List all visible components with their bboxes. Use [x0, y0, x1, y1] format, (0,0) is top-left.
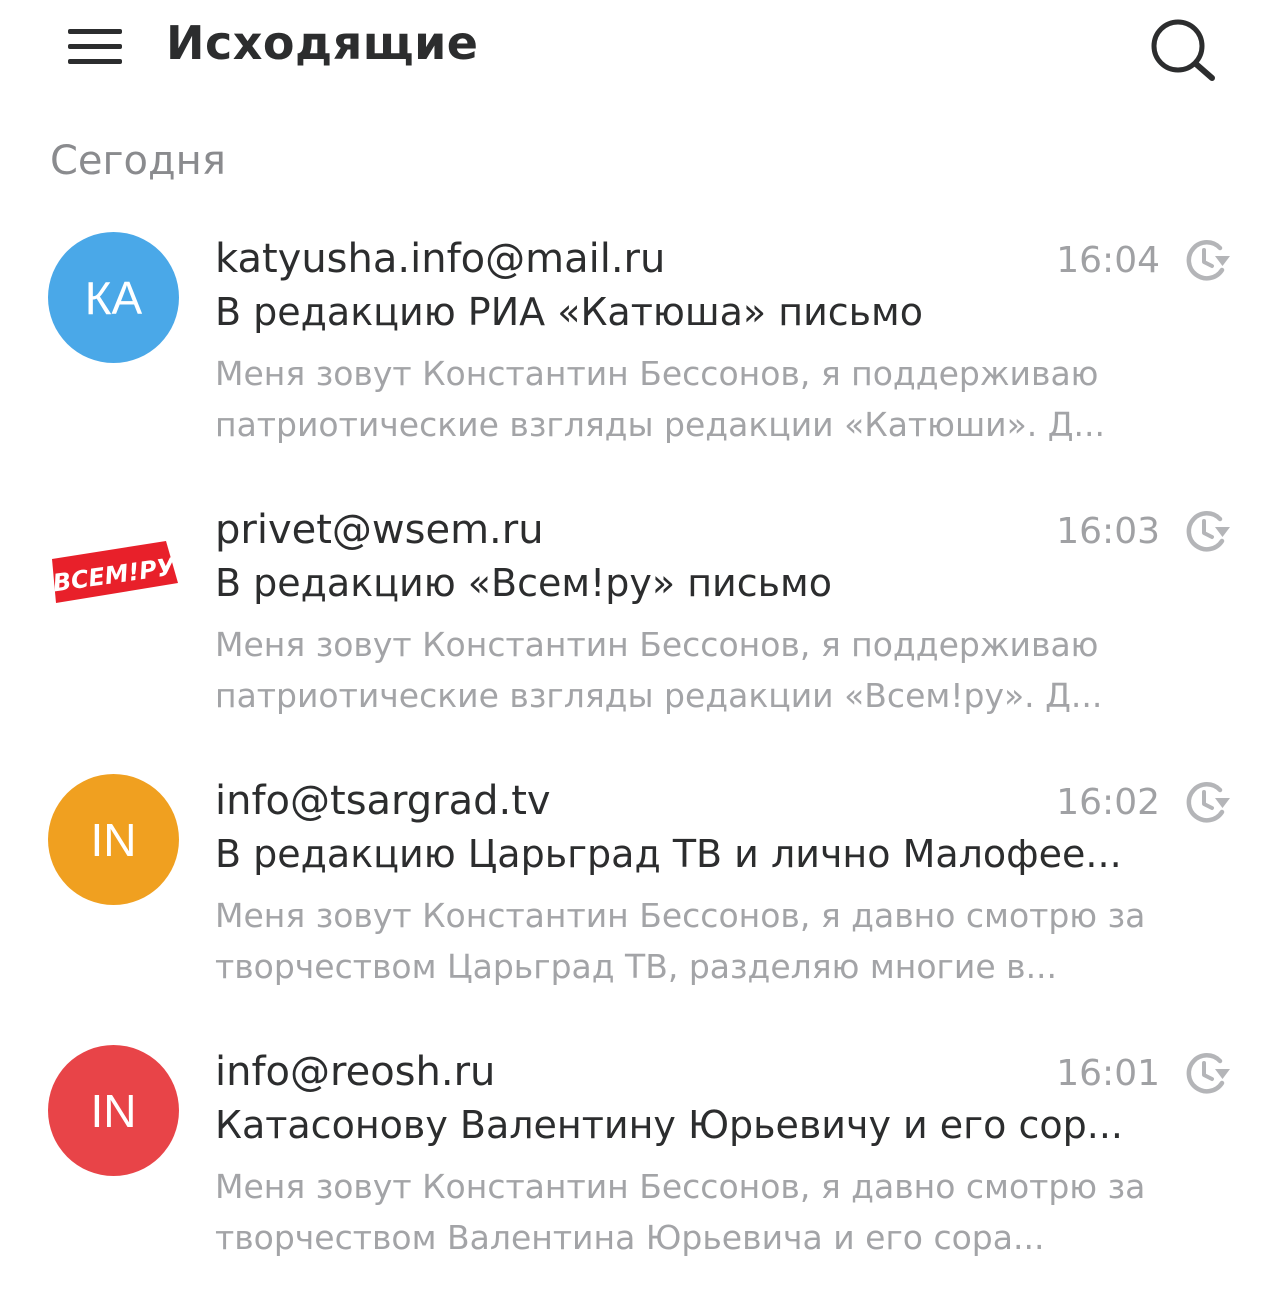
message-sender: info@tsargrad.tv: [215, 778, 551, 824]
message-snippet: Меня зовут Константин Бессонов, я поддер…: [215, 625, 1103, 715]
clock-send-scheduled-icon: [1182, 780, 1234, 826]
avatar: IN: [48, 774, 179, 905]
avatar-initials: IN: [90, 1084, 137, 1137]
message-sender: info@reosh.ru: [215, 1049, 496, 1095]
section-header-today: Сегодня: [50, 138, 226, 184]
message-time: 16:03: [1056, 511, 1160, 552]
message-subject: В редакцию Царьград ТВ и лично Малофее..…: [215, 832, 1122, 876]
avatar: IN: [48, 1045, 179, 1176]
message-time: 16:04: [1056, 240, 1160, 281]
message-time: 16:02: [1056, 782, 1160, 823]
top-app-bar: Исходящие: [0, 0, 1280, 95]
avatar: КА: [48, 232, 179, 363]
clock-send-scheduled-icon: [1182, 238, 1234, 284]
message-snippet: Меня зовут Константин Бессонов, я поддер…: [215, 354, 1106, 444]
message-time: 16:01: [1056, 1053, 1160, 1094]
search-icon[interactable]: [1146, 16, 1218, 84]
hamburger-menu-icon[interactable]: [60, 22, 130, 70]
message-item[interactable]: ВСЕМ!РУ privet@wsem.ru 16:03 В редакцию …: [0, 507, 1280, 747]
vsem-ru-logo-icon: ВСЕМ!РУ: [46, 531, 182, 611]
avatar-initials: IN: [90, 813, 137, 866]
message-subject: Катасонову Валентину Юрьевичу и его сор.…: [215, 1103, 1123, 1147]
page-title: Исходящие: [166, 16, 479, 70]
message-subject: В редакцию РИА «Катюша» письмо: [215, 290, 923, 334]
message-item[interactable]: КА katyusha.info@mail.ru 16:04 В редакци…: [0, 232, 1280, 476]
message-snippet: Меня зовут Константин Бессонов, я давно …: [215, 896, 1146, 986]
message-subject: В редакцию «Всем!ру» письмо: [215, 561, 832, 605]
message-item[interactable]: IN info@tsargrad.tv 16:02 В редакцию Цар…: [0, 774, 1280, 1018]
clock-send-scheduled-icon: [1182, 1051, 1234, 1097]
message-snippet: Меня зовут Константин Бессонов, я давно …: [215, 1167, 1146, 1257]
message-item[interactable]: IN info@reosh.ru 16:01 Катасонову Валент…: [0, 1045, 1280, 1289]
message-sender: privet@wsem.ru: [215, 507, 544, 553]
avatar-initials: КА: [84, 271, 143, 324]
clock-send-scheduled-icon: [1182, 509, 1234, 555]
message-sender: katyusha.info@mail.ru: [215, 236, 666, 282]
